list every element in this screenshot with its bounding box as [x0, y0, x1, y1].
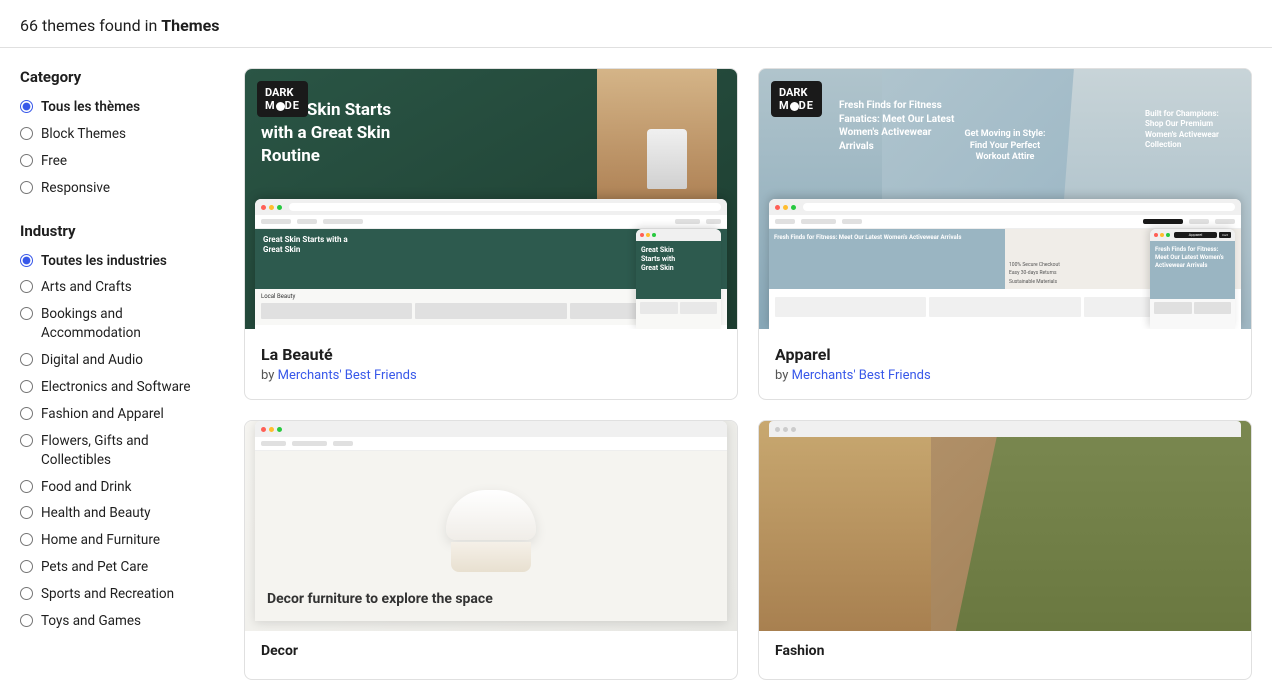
beaute-theme-author: by Merchants' Best Friends	[261, 368, 721, 383]
sidebar-item-sports[interactable]: Sports and Recreation	[20, 585, 220, 604]
apparel-nav	[769, 215, 1241, 229]
decor-card-info: Decor	[245, 631, 737, 671]
theme-count: 66 themes found in	[20, 16, 161, 35]
fashion4-card-info: Fashion	[759, 631, 1251, 671]
sidebar-item-free[interactable]: Free	[20, 152, 220, 171]
sidebar-item-health-beauty[interactable]: Health and Beauty	[20, 504, 220, 523]
fashion4-figure-warm	[759, 421, 931, 631]
sidebar-item-electronics[interactable]: Electronics and Software	[20, 378, 220, 397]
apparel-author-link[interactable]: Merchants' Best Friends	[792, 368, 931, 383]
sidebar-item-flowers[interactable]: Flowers, Gifts and Collectibles	[20, 432, 220, 470]
sidebar-item-responsive[interactable]: Responsive	[20, 179, 220, 198]
apparel-middle-text: Get Moving in Style: Find Your Perfect W…	[955, 129, 1055, 164]
industry-label-pets: Pets and Pet Care	[41, 558, 148, 577]
apparel-mobile-mockup: Apparel Cart Fresh Finds for Fitness: Me…	[1150, 229, 1235, 329]
sidebar-item-home-furniture[interactable]: Home and Furniture	[20, 531, 220, 550]
industry-label-food: Food and Drink	[41, 478, 131, 497]
industry-label-electronics: Electronics and Software	[41, 378, 191, 397]
sidebar-item-tous-themes[interactable]: Tous les thèmes	[20, 98, 220, 117]
theme-card-fashion4[interactable]: Fashion	[758, 420, 1252, 680]
industry-label-sports: Sports and Recreation	[41, 585, 174, 604]
sidebar-item-digital-audio[interactable]: Digital and Audio	[20, 351, 220, 370]
category-section: Category Tous les thèmes Block Themes Fr…	[20, 68, 220, 198]
fashion4-name: Fashion	[775, 643, 1235, 659]
sidebar-item-toutes-industries[interactable]: Toutes les industries	[20, 252, 220, 271]
dark-mode-badge-beaute: DARKMDE	[257, 81, 308, 117]
sidebar-item-arts-crafts[interactable]: Arts and Crafts	[20, 278, 220, 297]
apparel-browser-bar	[769, 199, 1241, 215]
sidebar-item-pets[interactable]: Pets and Pet Care	[20, 558, 220, 577]
sidebar: Category Tous les thèmes Block Themes Fr…	[20, 68, 220, 680]
category-label-block-themes: Block Themes	[41, 125, 126, 144]
industry-label-arts: Arts and Crafts	[41, 278, 132, 297]
apparel-card-info: Apparel by Merchants' Best Friends	[759, 329, 1251, 399]
dark-mode-badge-apparel: DARKMDE	[771, 81, 822, 117]
decor-name: Decor	[261, 643, 721, 659]
industry-label-home: Home and Furniture	[41, 531, 160, 550]
theme-card-apparel[interactable]: DARKMDE Fresh Finds for Fitness Fanatics…	[758, 68, 1252, 400]
category-title: Category	[20, 68, 220, 86]
fashion4-preview	[759, 421, 1251, 631]
main-layout: Category Tous les thèmes Block Themes Fr…	[0, 48, 1272, 700]
industry-label-health: Health and Beauty	[41, 504, 151, 523]
apparel-hero-text: Fresh Finds for Fitness Fanatics: Meet O…	[839, 99, 959, 153]
sidebar-item-food-drink[interactable]: Food and Drink	[20, 478, 220, 497]
beaute-hero-text: Great Skin Starts with a Great Skin	[263, 235, 363, 256]
apparel-right-text: Built for Champions: Shop Our Premium Wo…	[1145, 109, 1235, 151]
decor-furniture-bottom	[451, 542, 531, 572]
beaute-nav	[255, 215, 727, 229]
page-header: 66 themes found in Themes	[0, 0, 1272, 48]
sidebar-item-block-themes[interactable]: Block Themes	[20, 125, 220, 144]
beaute-card-info: La Beauté by Merchants' Best Friends	[245, 329, 737, 399]
beaute-mobile-mockup: Great SkinStarts withGreat Skin	[636, 229, 721, 329]
category-label-free: Free	[41, 152, 67, 171]
decor-preview: Decor furniture to explore the space	[245, 421, 737, 631]
apparel-theme-name: Apparel	[775, 345, 1235, 364]
content-area: DARKMDE	[244, 68, 1252, 680]
fashion4-browser-bar	[769, 421, 1241, 437]
industry-label-bookings: Bookings and Accommodation	[41, 305, 220, 343]
theme-count-bold: Themes	[161, 16, 219, 35]
beaute-browser-bar	[255, 199, 727, 215]
fashion4-figure-green	[956, 421, 1251, 631]
theme-preview-apparel: DARKMDE Fresh Finds for Fitness Fanatics…	[759, 69, 1251, 329]
theme-card-la-beaute[interactable]: DARKMDE	[244, 68, 738, 400]
sidebar-item-bookings[interactable]: Bookings and Accommodation	[20, 305, 220, 343]
industry-title: Industry	[20, 222, 220, 240]
category-label-responsive: Responsive	[41, 179, 110, 198]
industry-label-digital: Digital and Audio	[41, 351, 143, 370]
industry-label-toys: Toys and Games	[41, 612, 141, 631]
beaute-theme-name: La Beauté	[261, 345, 721, 364]
themes-grid: DARKMDE	[244, 68, 1252, 680]
theme-preview-la-beaute: DARKMDE	[245, 69, 737, 329]
industry-label-all: Toutes les industries	[41, 252, 167, 271]
decor-browser: Decor furniture to explore the space	[255, 421, 727, 621]
industry-section: Industry Toutes les industries Arts and …	[20, 222, 220, 631]
sidebar-item-fashion-apparel[interactable]: Fashion and Apparel	[20, 405, 220, 424]
theme-card-decor[interactable]: Decor furniture to explore the space Dec…	[244, 420, 738, 680]
decor-hero-text: Decor furniture to explore the space	[267, 590, 493, 609]
industry-label-fashion: Fashion and Apparel	[41, 405, 164, 424]
beaute-product-bottle	[647, 129, 687, 189]
category-label-tous-themes: Tous les thèmes	[41, 98, 140, 117]
industry-label-flowers: Flowers, Gifts and Collectibles	[41, 432, 220, 470]
sidebar-item-toys[interactable]: Toys and Games	[20, 612, 220, 631]
apparel-theme-author: by Merchants' Best Friends	[775, 368, 1235, 383]
beaute-author-link[interactable]: Merchants' Best Friends	[278, 368, 417, 383]
decor-furniture-top	[446, 490, 536, 540]
